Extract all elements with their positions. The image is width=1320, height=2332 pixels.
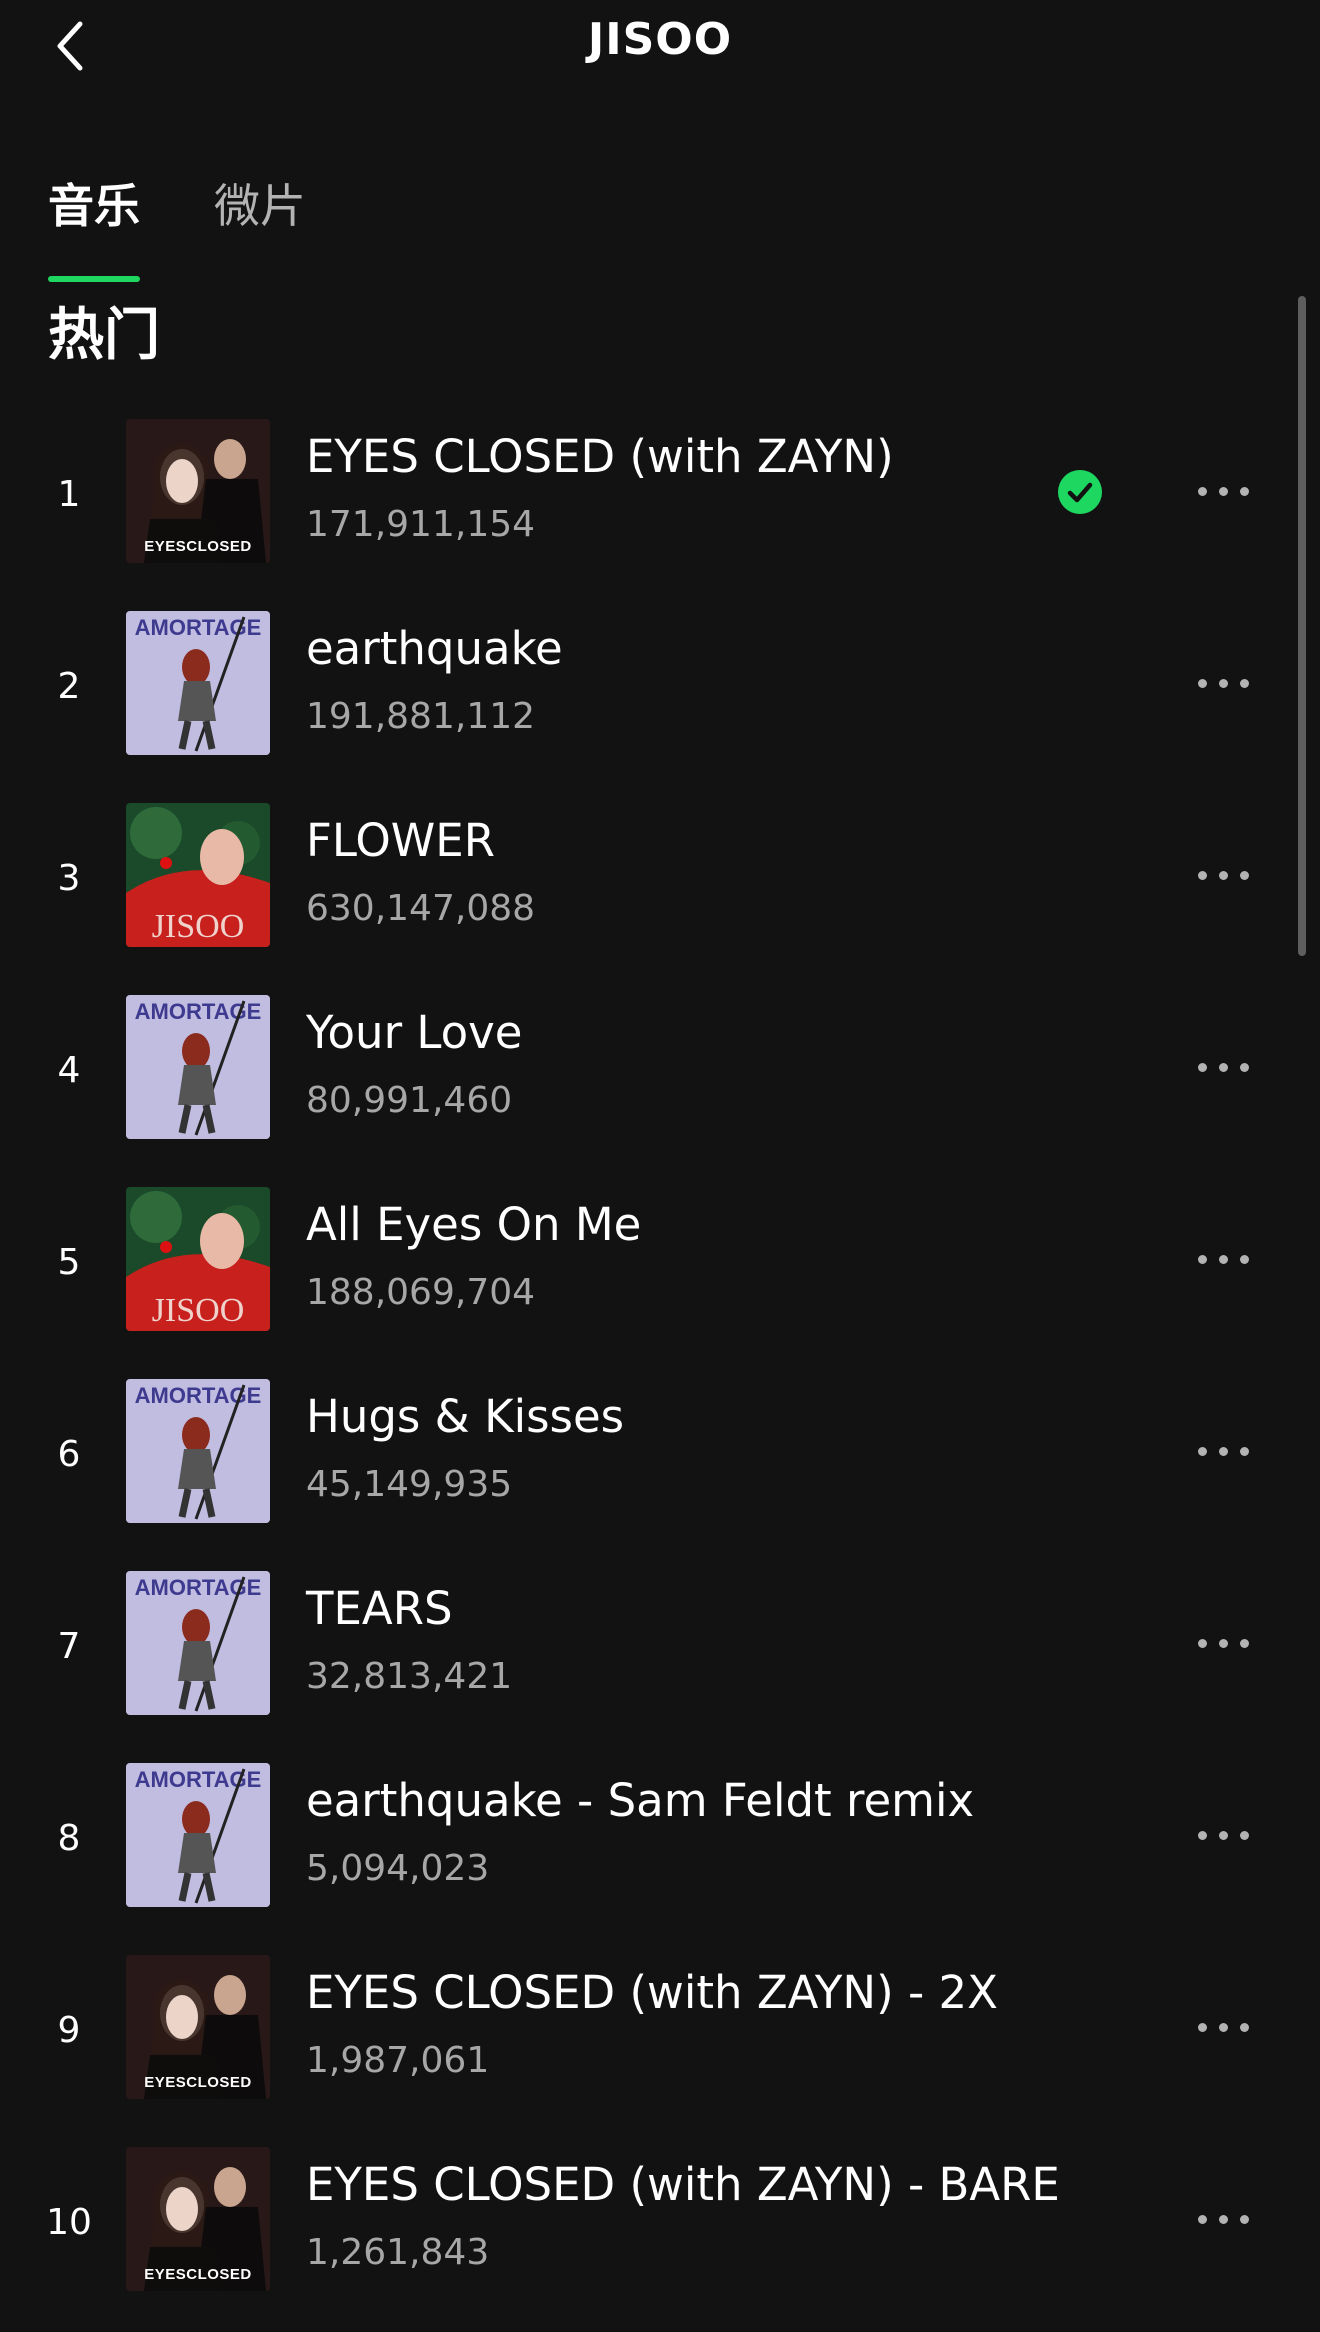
more-horizontal-icon: [1197, 2214, 1249, 2224]
track-play-count: 188,069,704: [306, 1272, 536, 1313]
track-row[interactable]: 2 AMORTAGE earthquake 191,881,112: [0, 604, 1320, 796]
album-cover: JISOO: [126, 1187, 270, 1331]
more-horizontal-icon: [1197, 1446, 1249, 1456]
more-horizontal-icon: [1197, 1638, 1249, 1648]
track-index: 4: [57, 1050, 81, 1091]
track-index: 2: [57, 666, 81, 707]
track-row[interactable]: 5 JISOO All Eyes On Me 188,069,704: [0, 1180, 1320, 1372]
more-options-button[interactable]: [1188, 1416, 1258, 1486]
track-play-count: 45,149,935: [306, 1464, 513, 1505]
track-play-count: 1,987,061: [306, 2040, 490, 2081]
more-options-button[interactable]: [1188, 2184, 1258, 2254]
more-options-button[interactable]: [1188, 1800, 1258, 1870]
tab-bar: 音乐 微片: [48, 170, 306, 282]
track-play-count: 630,147,088: [306, 888, 536, 929]
track-row[interactable]: 9 EYESCLOSED EYES CLOSED (with ZAYN) - 2X 1…: [0, 1948, 1320, 2140]
more-horizontal-icon: [1197, 1062, 1249, 1072]
track-list: 1 EYESCLOSED EYES CLOSED (with ZAYN) 171,91…: [0, 412, 1320, 2332]
more-options-button[interactable]: [1188, 1992, 1258, 2062]
svg-text:EYESCLOSED: EYESCLOSED: [144, 538, 252, 555]
track-row[interactable]: 6 AMORTAGE Hugs & Kisses 45,149,935: [0, 1372, 1320, 1564]
track-index: 7: [57, 1626, 81, 1667]
track-row[interactable]: 8 AMORTAGE earthquake - Sam Feldt remix 5,0…: [0, 1756, 1320, 1948]
album-cover: AMORTAGE: [126, 1379, 270, 1523]
more-options-button[interactable]: [1188, 456, 1258, 526]
album-cover: AMORTAGE: [126, 1571, 270, 1715]
tab-clips[interactable]: 微片: [214, 170, 306, 266]
album-cover: AMORTAGE: [126, 1763, 270, 1907]
more-horizontal-icon: [1197, 870, 1249, 880]
svg-text:JISOO: JISOO: [152, 1292, 245, 1329]
track-title: Your Love: [306, 1006, 523, 1059]
track-title: TEARS: [306, 1582, 453, 1635]
downloaded-check-icon: [1056, 468, 1104, 516]
more-horizontal-icon: [1197, 486, 1249, 496]
more-horizontal-icon: [1197, 2022, 1249, 2032]
track-title: earthquake: [306, 622, 563, 675]
section-title-popular: 热门: [48, 303, 160, 368]
more-options-button[interactable]: [1188, 1032, 1258, 1102]
album-cover: AMORTAGE: [126, 611, 270, 755]
more-horizontal-icon: [1197, 678, 1249, 688]
album-cover: AMORTAGE: [126, 995, 270, 1139]
track-index: 10: [46, 2202, 92, 2243]
more-options-button[interactable]: [1188, 1608, 1258, 1678]
track-index: 9: [57, 2010, 81, 2051]
track-title: earthquake - Sam Feldt remix: [306, 1774, 975, 1827]
track-index: 5: [57, 1242, 81, 1283]
track-title: All Eyes On Me: [306, 1198, 642, 1251]
more-horizontal-icon: [1197, 1830, 1249, 1840]
track-row[interactable]: 10 EYESCLOSED EYES CLOSED (with ZAYN) - BA…: [0, 2140, 1320, 2332]
tab-music[interactable]: 音乐: [48, 170, 140, 282]
track-title: EYES CLOSED (with ZAYN) - 2X: [306, 1966, 998, 2019]
track-play-count: 80,991,460: [306, 1080, 513, 1121]
track-index: 3: [57, 858, 81, 899]
track-play-count: 32,813,421: [306, 1656, 513, 1697]
track-index: 1: [57, 474, 81, 515]
track-row[interactable]: 7 AMORTAGE TEARS 32,813,421: [0, 1564, 1320, 1756]
page-title: JISOO: [587, 14, 733, 65]
track-row[interactable]: 3 JISOO FLOWER 630,147,088: [0, 796, 1320, 988]
more-options-button[interactable]: [1188, 840, 1258, 910]
track-index: 6: [57, 1434, 81, 1475]
svg-text:EYESCLOSED: EYESCLOSED: [144, 2074, 252, 2091]
track-play-count: 171,911,154: [306, 504, 536, 545]
track-row[interactable]: 1 EYESCLOSED EYES CLOSED (with ZAYN) 171,91…: [0, 412, 1320, 604]
track-title: EYES CLOSED (with ZAYN) - BARE: [306, 2158, 1060, 2211]
album-cover: JISOO: [126, 803, 270, 947]
top-bar: JISOO: [0, 0, 1320, 92]
more-horizontal-icon: [1197, 1254, 1249, 1264]
track-play-count: 5,094,023: [306, 1848, 490, 1889]
more-options-button[interactable]: [1188, 1224, 1258, 1294]
track-title: EYES CLOSED (with ZAYN): [306, 430, 894, 483]
track-title: Hugs & Kisses: [306, 1390, 625, 1443]
svg-text:EYESCLOSED: EYESCLOSED: [144, 2266, 252, 2283]
more-options-button[interactable]: [1188, 648, 1258, 718]
album-cover: EYESCLOSED: [126, 1955, 270, 2099]
track-play-count: 191,881,112: [306, 696, 536, 737]
track-title: FLOWER: [306, 814, 495, 867]
album-cover: EYESCLOSED: [126, 419, 270, 563]
svg-text:JISOO: JISOO: [152, 908, 245, 945]
track-index: 8: [57, 1818, 81, 1859]
album-cover: EYESCLOSED: [126, 2147, 270, 2291]
track-row[interactable]: 4 AMORTAGE Your Love 80,991,460: [0, 988, 1320, 1180]
track-play-count: 1,261,843: [306, 2232, 490, 2273]
